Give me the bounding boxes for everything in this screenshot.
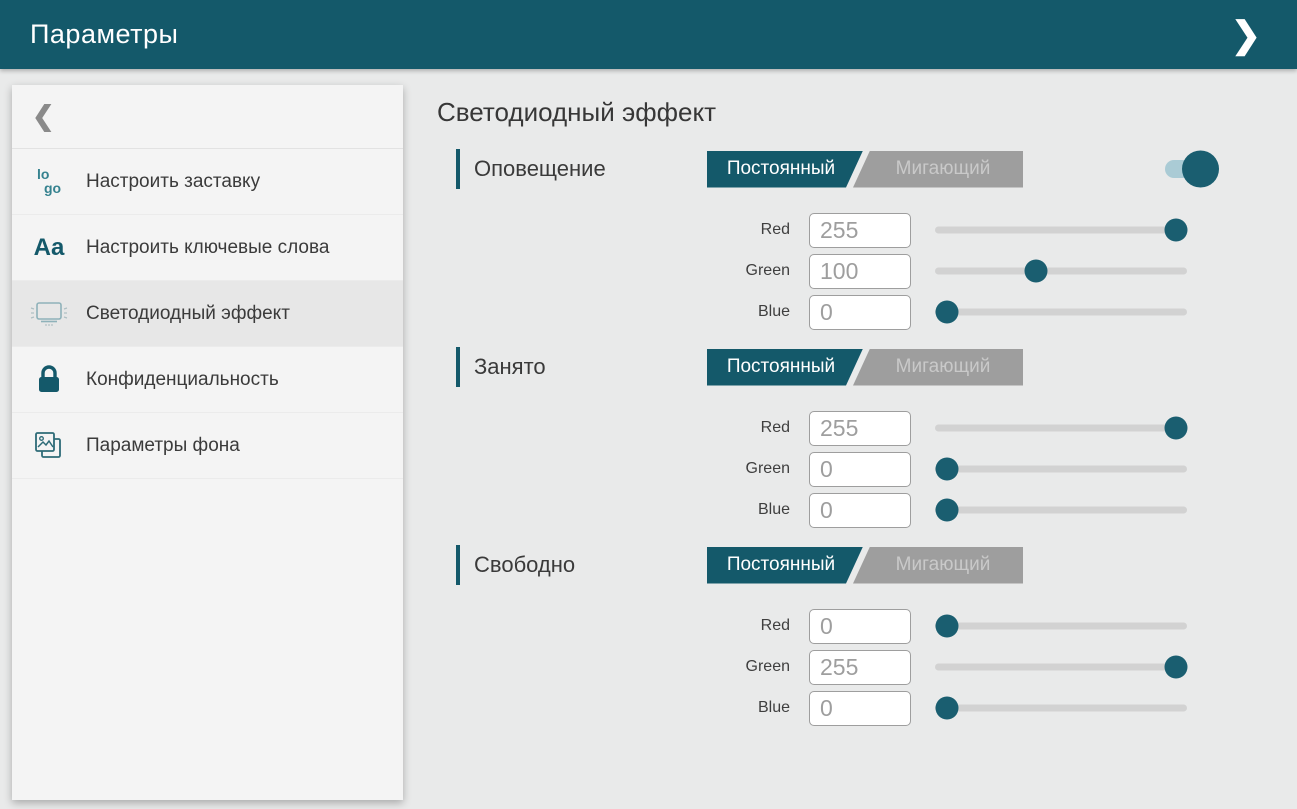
slider-thumb[interactable] [1164, 417, 1187, 440]
red-slider[interactable] [935, 410, 1187, 446]
slider-track [935, 466, 1187, 473]
mode-segmented-control: Постоянный Мигающий [707, 547, 1023, 584]
blue-label: Blue [437, 699, 790, 717]
mode-option-blinking[interactable]: Мигающий [853, 151, 1023, 188]
red-label: Red [437, 221, 790, 239]
slider-track [935, 268, 1187, 275]
sidebar-item-label: Настроить заставку [86, 169, 260, 195]
section-alert: Оповещение Постоянный Мигающий Red Green [437, 149, 1297, 330]
blue-label: Blue [437, 303, 790, 321]
slider-thumb[interactable] [935, 301, 958, 324]
page-title: Параметры [30, 19, 178, 50]
mode-segmented-control: Постоянный Мигающий [707, 151, 1023, 188]
section-title: Занято [474, 354, 707, 380]
red-slider[interactable] [935, 212, 1187, 248]
green-slider[interactable] [935, 649, 1187, 685]
lock-icon [12, 364, 86, 396]
red-value-input[interactable] [809, 609, 911, 644]
app-header: Параметры ❯ [0, 0, 1297, 69]
mode-segmented-control: Постоянный Мигающий [707, 349, 1023, 386]
slider-thumb[interactable] [935, 697, 958, 720]
section-accent-bar [456, 545, 460, 585]
mode-option-solid[interactable]: Постоянный [707, 151, 863, 188]
slider-thumb[interactable] [1164, 656, 1187, 679]
blue-label: Blue [437, 501, 790, 519]
blue-value-input[interactable] [809, 493, 911, 528]
sidebar-item-led-effect[interactable]: Светодиодный эффект [12, 281, 403, 347]
mode-option-blinking[interactable]: Мигающий [853, 547, 1023, 584]
red-slider[interactable] [935, 608, 1187, 644]
sidebar: ❮ logo Настроить заставку Aa Настроить к… [12, 85, 403, 800]
section-busy: Занято Постоянный Мигающий Red Green Blu… [437, 347, 1297, 528]
green-label: Green [437, 460, 790, 478]
sidebar-item-keywords[interactable]: Aa Настроить ключевые слова [12, 215, 403, 281]
slider-track [935, 227, 1187, 234]
background-images-icon [12, 429, 86, 463]
red-value-input[interactable] [809, 213, 911, 248]
slider-thumb[interactable] [935, 615, 958, 638]
slider-track [935, 705, 1187, 712]
forward-chevron-icon[interactable]: ❯ [1225, 13, 1267, 57]
slider-track [935, 623, 1187, 630]
red-value-input[interactable] [809, 411, 911, 446]
logo-icon: logo [12, 168, 86, 195]
slider-track [935, 664, 1187, 671]
sidebar-item-screensaver[interactable]: logo Настроить заставку [12, 149, 403, 215]
section-accent-bar [456, 347, 460, 387]
slider-thumb[interactable] [1025, 260, 1048, 283]
red-label: Red [437, 419, 790, 437]
main-content: Светодиодный эффект Оповещение Постоянны… [437, 69, 1297, 809]
mode-option-blinking[interactable]: Мигающий [853, 349, 1023, 386]
sidebar-item-label: Настроить ключевые слова [86, 235, 329, 261]
green-label: Green [437, 658, 790, 676]
sidebar-item-background[interactable]: Параметры фона [12, 413, 403, 479]
slider-thumb[interactable] [935, 458, 958, 481]
sidebar-collapse-button[interactable]: ❮ [12, 85, 403, 149]
blue-slider[interactable] [935, 294, 1187, 330]
green-value-input[interactable] [809, 254, 911, 289]
slider-track [935, 309, 1187, 316]
blue-value-input[interactable] [809, 295, 911, 330]
mode-option-solid[interactable]: Постоянный [707, 349, 863, 386]
green-label: Green [437, 262, 790, 280]
led-screen-icon [12, 298, 86, 330]
slider-track [935, 507, 1187, 514]
section-accent-bar [456, 149, 460, 189]
sidebar-item-label: Параметры фона [86, 433, 240, 459]
slider-thumb[interactable] [1164, 219, 1187, 242]
alert-enable-toggle[interactable] [1165, 160, 1209, 178]
section-title: Оповещение [474, 156, 707, 182]
red-label: Red [437, 617, 790, 635]
section-free: Свободно Постоянный Мигающий Red Green B… [437, 545, 1297, 726]
green-value-input[interactable] [809, 650, 911, 685]
sidebar-item-label: Светодиодный эффект [86, 301, 290, 327]
section-title: Свободно [474, 552, 707, 578]
green-slider[interactable] [935, 451, 1187, 487]
blue-value-input[interactable] [809, 691, 911, 726]
slider-thumb[interactable] [935, 499, 958, 522]
sidebar-item-privacy[interactable]: Конфиденциальность [12, 347, 403, 413]
mode-option-solid[interactable]: Постоянный [707, 547, 863, 584]
sidebar-item-label: Конфиденциальность [86, 367, 279, 393]
green-value-input[interactable] [809, 452, 911, 487]
blue-slider[interactable] [935, 492, 1187, 528]
back-chevron-icon: ❮ [32, 101, 55, 132]
content-title: Светодиодный эффект [437, 97, 1297, 128]
blue-slider[interactable] [935, 690, 1187, 726]
toggle-knob [1182, 151, 1219, 188]
green-slider[interactable] [935, 253, 1187, 289]
slider-track [935, 425, 1187, 432]
keywords-icon: Aa [12, 234, 86, 262]
